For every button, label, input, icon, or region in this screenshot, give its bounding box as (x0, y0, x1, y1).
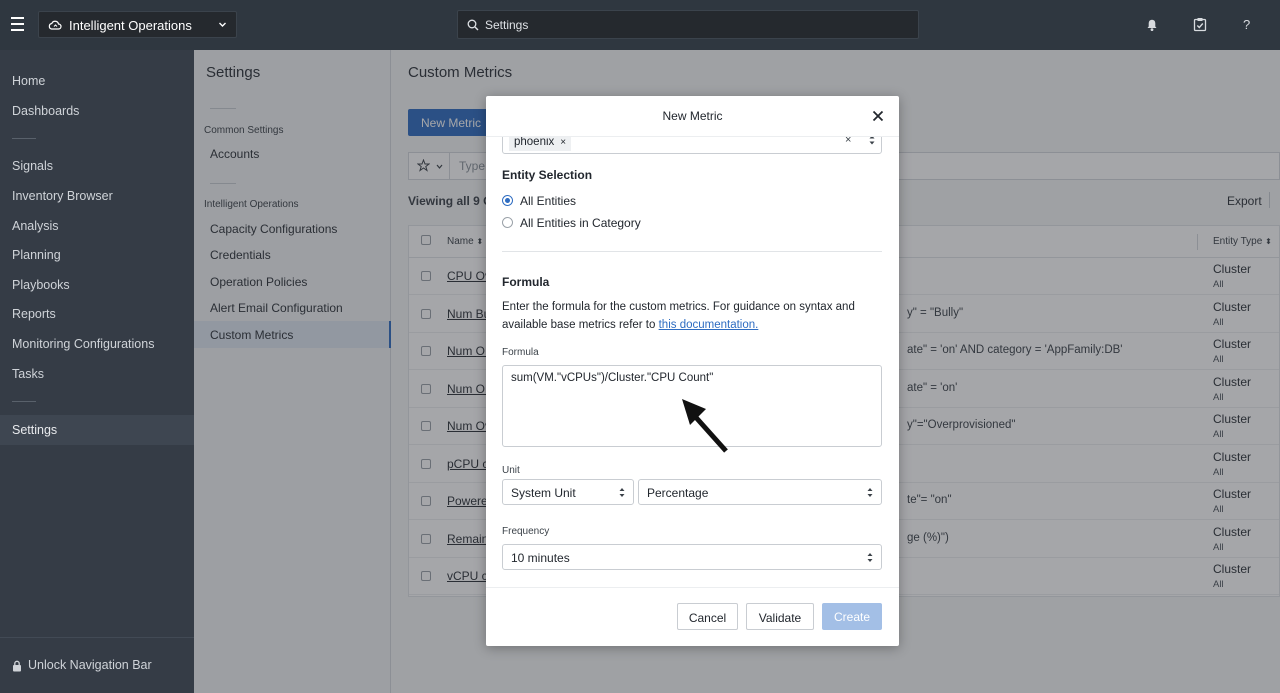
unlock-label: Unlock Navigation Bar (28, 658, 152, 672)
app-selector[interactable]: Intelligent Operations (38, 11, 237, 38)
radio-all-entities-in-category[interactable] (502, 217, 513, 228)
frequency-label: Frequency (502, 526, 550, 537)
documentation-link[interactable]: this documentation. (659, 319, 759, 331)
left-navigation: Home Dashboards Signals Inventory Browse… (0, 50, 194, 693)
unit-label: Unit (502, 465, 520, 476)
nav-analysis[interactable]: Analysis (12, 219, 59, 233)
clear-icon[interactable]: × (845, 137, 851, 146)
nav-settings[interactable]: Settings (12, 423, 57, 437)
category-tag-select[interactable]: phoenix × × (502, 137, 882, 154)
frequency-select[interactable]: 10 minutes (502, 544, 882, 570)
radio-all-entities-in-category-label[interactable]: All Entities in Category (520, 216, 641, 230)
unit-value: Percentage (647, 486, 709, 500)
section-divider (502, 251, 882, 252)
cancel-button[interactable]: Cancel (677, 603, 738, 630)
nav-playbooks[interactable]: Playbooks (12, 278, 70, 292)
unlock-navigation-bar[interactable]: Unlock Navigation Bar (0, 637, 194, 693)
unit-system-select[interactable]: System Unit (502, 479, 634, 505)
lock-icon (13, 660, 21, 672)
help-icon[interactable]: ? (1240, 17, 1254, 32)
dialog-footer-divider (486, 587, 899, 588)
create-button[interactable]: Create (822, 603, 882, 630)
entity-selection-title: Entity Selection (502, 168, 593, 182)
sort-arrows-icon (867, 488, 873, 497)
nav-inventory-browser[interactable]: Inventory Browser (12, 189, 113, 203)
radio-all-entities-label[interactable]: All Entities (520, 194, 576, 208)
tag-remove-icon[interactable]: × (560, 137, 566, 148)
dialog-title: New Metric (662, 109, 723, 123)
validate-button[interactable]: Validate (746, 603, 814, 630)
sort-arrows-icon (619, 488, 625, 497)
clipboard-check-icon[interactable] (1193, 17, 1207, 32)
nav-tasks[interactable]: Tasks (12, 367, 44, 381)
radio-all-entities[interactable] (502, 195, 513, 206)
dialog-body: phoenix × × Entity Selection All Entities… (486, 137, 899, 587)
tag-chip: phoenix × (509, 137, 572, 151)
chevron-down-icon (219, 22, 226, 27)
frequency-value: 10 minutes (511, 551, 570, 565)
tag-label: phoenix (514, 137, 555, 148)
sort-arrows-icon (867, 553, 873, 562)
nav-divider (12, 401, 36, 402)
new-metric-dialog: New Metric phoenix × × Entity Selection A… (486, 96, 899, 646)
formula-value: sum(VM."vCPUs")/Cluster."CPU Count" (511, 372, 714, 384)
nav-home[interactable]: Home (12, 74, 45, 88)
nav-monitoring-configurations[interactable]: Monitoring Configurations (12, 337, 154, 351)
search-icon (467, 19, 479, 31)
cloud-icon (48, 20, 62, 30)
nav-planning[interactable]: Planning (12, 248, 61, 262)
formula-label: Formula (502, 347, 539, 358)
annotation-arrow-icon (682, 399, 728, 453)
search-text: Settings (485, 18, 529, 32)
nav-dashboards[interactable]: Dashboards (12, 104, 79, 118)
close-icon[interactable] (872, 110, 884, 122)
formula-title: Formula (502, 275, 550, 289)
app-name: Intelligent Operations (69, 18, 192, 33)
top-bar: Intelligent Operations Settings ? (0, 0, 1280, 50)
sort-arrows-icon[interactable] (869, 137, 875, 146)
search-input[interactable]: Settings (457, 10, 919, 39)
nav-reports[interactable]: Reports (12, 307, 56, 321)
formula-help: Enter the formula for the custom metrics… (502, 298, 882, 334)
bell-icon[interactable] (1145, 17, 1159, 32)
unit-system-value: System Unit (511, 486, 576, 500)
svg-text:?: ? (1243, 17, 1250, 32)
menu-icon[interactable] (11, 17, 24, 31)
unit-select[interactable]: Percentage (638, 479, 882, 505)
nav-signals[interactable]: Signals (12, 159, 53, 173)
nav-divider (12, 138, 36, 139)
